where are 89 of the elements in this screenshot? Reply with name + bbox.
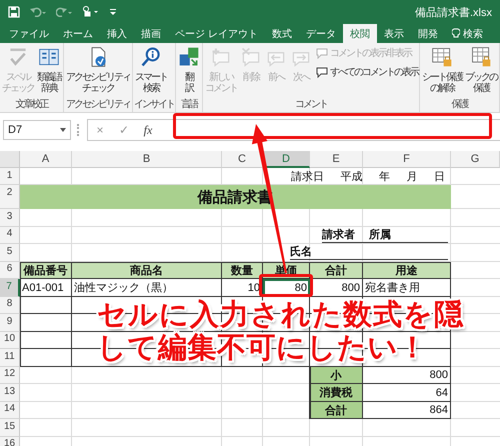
ribbon-tab[interactable]: 表示 bbox=[376, 24, 411, 43]
table-cell-text: A01-001 bbox=[21, 280, 65, 296]
table-cell-text: 油性マジック（黒） bbox=[73, 281, 174, 296]
ribbon-button[interactable]: シート保護 の解除 bbox=[421, 46, 463, 94]
column-header[interactable]: A bbox=[20, 151, 72, 168]
header-cell: 合計 bbox=[310, 262, 363, 279]
undo-icon[interactable] bbox=[30, 7, 46, 17]
total-label: 合計 bbox=[310, 402, 363, 419]
book-icon bbox=[38, 46, 60, 68]
group-label: コメント bbox=[294, 99, 328, 112]
comment-add-icon bbox=[210, 46, 232, 68]
group-label: インサイト bbox=[134, 99, 174, 112]
form-label: 請求者 bbox=[322, 228, 355, 242]
name-box[interactable]: D7 bbox=[3, 120, 71, 140]
touch-mode-icon[interactable] bbox=[82, 6, 100, 18]
ribbon-tab[interactable]: 校閲 bbox=[342, 24, 377, 43]
row-header[interactable]: 12 bbox=[0, 366, 20, 384]
ribbon-tab[interactable]: 挿入 bbox=[100, 24, 134, 43]
ribbon-tab[interactable]: 開発 bbox=[410, 24, 445, 43]
header-cell: 用途 bbox=[363, 262, 451, 279]
ribbon-button[interactable]: ブックの 保護 bbox=[464, 46, 498, 94]
row-header[interactable]: 9 bbox=[0, 314, 20, 332]
comment-icon bbox=[316, 48, 328, 58]
comment-icon bbox=[316, 66, 328, 78]
ribbon-tab[interactable]: データ bbox=[298, 24, 343, 43]
column-header[interactable]: D bbox=[263, 151, 310, 168]
lightbulb-icon bbox=[452, 28, 460, 39]
date-label: 月 bbox=[406, 170, 418, 184]
date-label: 平成 bbox=[340, 170, 362, 184]
dropdown-icon bbox=[60, 128, 66, 132]
date-label: 年 bbox=[379, 170, 390, 184]
magnifier-icon bbox=[140, 46, 162, 68]
date-label: 請求日 bbox=[291, 170, 324, 184]
table-cell: 80 bbox=[263, 279, 310, 296]
date-label: 日 bbox=[434, 170, 445, 184]
table-cell-text: 宛名書き用 bbox=[364, 280, 421, 296]
insert-function-button[interactable]: fx bbox=[136, 122, 160, 138]
ribbon-button[interactable]: 翻 訳 bbox=[177, 46, 201, 94]
total-value: 800 bbox=[430, 369, 448, 382]
total-value: 864 bbox=[430, 404, 448, 416]
translate-icon bbox=[178, 46, 200, 68]
highlight-frame bbox=[259, 274, 313, 297]
row-header[interactable]: 10 bbox=[0, 332, 20, 349]
group-label: 言語 bbox=[180, 99, 198, 112]
column-header[interactable]: C bbox=[222, 151, 263, 168]
row-header[interactable]: 6 bbox=[0, 262, 20, 279]
ribbon-tab[interactable]: ファイル bbox=[2, 24, 56, 43]
header-cell: 備品番号 bbox=[20, 262, 72, 279]
ribbon-tab[interactable]: 描画 bbox=[134, 24, 168, 43]
ribbon-button[interactable]: スマート 検索 bbox=[134, 46, 168, 94]
ribbon-button[interactable]: アクセシビリティ チェック bbox=[65, 46, 131, 94]
row-header[interactable]: 8 bbox=[0, 296, 20, 314]
sheet-lock-icon bbox=[431, 46, 453, 68]
row-header[interactable]: 13 bbox=[0, 384, 20, 402]
form-label: 所属 bbox=[369, 228, 391, 242]
group-label: 文章校正 bbox=[14, 99, 49, 112]
search-tab[interactable]: 検索 bbox=[444, 24, 490, 43]
form-label: 氏名 bbox=[290, 244, 312, 260]
row-header[interactable]: 2 bbox=[0, 185, 20, 209]
row-header[interactable]: 15 bbox=[0, 419, 20, 436]
row-header[interactable]: 4 bbox=[0, 226, 20, 244]
row-header[interactable]: 11 bbox=[0, 349, 20, 366]
group-label: 保護 bbox=[450, 99, 469, 112]
ribbon-tab[interactable]: ページ レイアウト bbox=[168, 24, 265, 43]
table-cell-text: 800 bbox=[340, 280, 361, 296]
ribbon-tab[interactable]: ホーム bbox=[56, 24, 100, 43]
row-header[interactable]: 5 bbox=[0, 244, 20, 262]
total-label: 消費税 bbox=[310, 384, 363, 402]
row-header[interactable]: 14 bbox=[0, 402, 20, 419]
comment-delete-icon bbox=[240, 46, 262, 68]
group-label: アクセシビリティ bbox=[65, 99, 131, 112]
row-header[interactable]: 3 bbox=[0, 209, 20, 226]
window-title: 備品請求書.xlsx bbox=[415, 6, 492, 20]
column-header[interactable]: F bbox=[363, 151, 451, 168]
total-value: 64 bbox=[436, 386, 448, 399]
column-header[interactable]: E bbox=[310, 151, 363, 168]
ribbon-tab[interactable]: 数式 bbox=[264, 24, 299, 43]
column-header[interactable]: G bbox=[451, 151, 500, 168]
row-header[interactable]: 7 bbox=[0, 279, 20, 296]
header-cell: 商品名 bbox=[72, 262, 222, 279]
ribbon-button[interactable]: すべてのコメントの表示 bbox=[316, 65, 418, 79]
redo-icon[interactable] bbox=[56, 7, 72, 17]
workbook-lock-icon bbox=[470, 46, 492, 68]
save-icon[interactable] bbox=[8, 6, 20, 18]
total-label: 小 bbox=[310, 366, 363, 384]
ribbon-button[interactable]: 類義語 辞典 bbox=[36, 46, 62, 94]
row-header[interactable]: 1 bbox=[0, 168, 20, 185]
column-header[interactable]: B bbox=[72, 151, 222, 168]
customize-menu-icon[interactable] bbox=[110, 9, 116, 15]
